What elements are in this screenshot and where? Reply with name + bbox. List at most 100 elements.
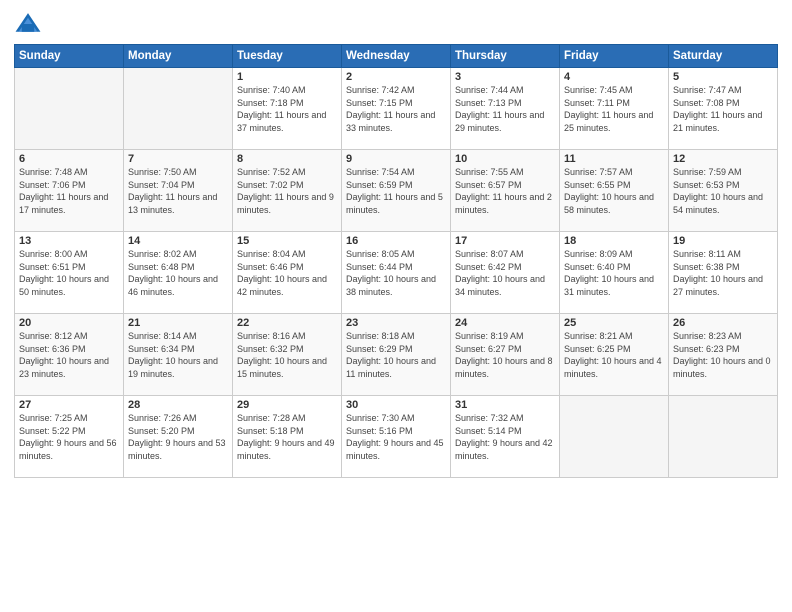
day-info: Sunrise: 8:04 AM Sunset: 6:46 PM Dayligh…: [237, 248, 337, 298]
weekday-monday: Monday: [124, 45, 233, 68]
calendar-cell: 3Sunrise: 7:44 AM Sunset: 7:13 PM Daylig…: [451, 68, 560, 150]
calendar-cell: [124, 68, 233, 150]
calendar-cell: 20Sunrise: 8:12 AM Sunset: 6:36 PM Dayli…: [15, 314, 124, 396]
calendar-cell: 28Sunrise: 7:26 AM Sunset: 5:20 PM Dayli…: [124, 396, 233, 478]
day-number: 31: [455, 399, 555, 411]
day-info: Sunrise: 8:14 AM Sunset: 6:34 PM Dayligh…: [128, 330, 228, 380]
calendar-cell: 6Sunrise: 7:48 AM Sunset: 7:06 PM Daylig…: [15, 150, 124, 232]
logo-icon: [14, 10, 42, 38]
day-number: 22: [237, 317, 337, 329]
calendar-cell: 11Sunrise: 7:57 AM Sunset: 6:55 PM Dayli…: [560, 150, 669, 232]
day-number: 21: [128, 317, 228, 329]
calendar-cell: 9Sunrise: 7:54 AM Sunset: 6:59 PM Daylig…: [342, 150, 451, 232]
day-info: Sunrise: 8:05 AM Sunset: 6:44 PM Dayligh…: [346, 248, 446, 298]
day-number: 6: [19, 153, 119, 165]
day-info: Sunrise: 7:59 AM Sunset: 6:53 PM Dayligh…: [673, 166, 773, 216]
day-number: 1: [237, 71, 337, 83]
day-info: Sunrise: 8:02 AM Sunset: 6:48 PM Dayligh…: [128, 248, 228, 298]
week-row-3: 13Sunrise: 8:00 AM Sunset: 6:51 PM Dayli…: [15, 232, 778, 314]
day-number: 24: [455, 317, 555, 329]
week-row-5: 27Sunrise: 7:25 AM Sunset: 5:22 PM Dayli…: [15, 396, 778, 478]
day-info: Sunrise: 8:00 AM Sunset: 6:51 PM Dayligh…: [19, 248, 119, 298]
logo: [14, 10, 46, 38]
day-info: Sunrise: 7:48 AM Sunset: 7:06 PM Dayligh…: [19, 166, 119, 216]
calendar-cell: [15, 68, 124, 150]
day-number: 16: [346, 235, 446, 247]
day-info: Sunrise: 7:57 AM Sunset: 6:55 PM Dayligh…: [564, 166, 664, 216]
calendar-cell: 26Sunrise: 8:23 AM Sunset: 6:23 PM Dayli…: [669, 314, 778, 396]
day-info: Sunrise: 7:45 AM Sunset: 7:11 PM Dayligh…: [564, 84, 664, 134]
day-number: 25: [564, 317, 664, 329]
weekday-friday: Friday: [560, 45, 669, 68]
day-info: Sunrise: 8:07 AM Sunset: 6:42 PM Dayligh…: [455, 248, 555, 298]
day-info: Sunrise: 7:44 AM Sunset: 7:13 PM Dayligh…: [455, 84, 555, 134]
day-info: Sunrise: 7:40 AM Sunset: 7:18 PM Dayligh…: [237, 84, 337, 134]
calendar-cell: 14Sunrise: 8:02 AM Sunset: 6:48 PM Dayli…: [124, 232, 233, 314]
day-number: 8: [237, 153, 337, 165]
weekday-wednesday: Wednesday: [342, 45, 451, 68]
calendar-cell: 30Sunrise: 7:30 AM Sunset: 5:16 PM Dayli…: [342, 396, 451, 478]
day-number: 18: [564, 235, 664, 247]
day-info: Sunrise: 8:18 AM Sunset: 6:29 PM Dayligh…: [346, 330, 446, 380]
weekday-thursday: Thursday: [451, 45, 560, 68]
calendar-cell: 13Sunrise: 8:00 AM Sunset: 6:51 PM Dayli…: [15, 232, 124, 314]
calendar-cell: 27Sunrise: 7:25 AM Sunset: 5:22 PM Dayli…: [15, 396, 124, 478]
day-number: 2: [346, 71, 446, 83]
calendar-cell: 15Sunrise: 8:04 AM Sunset: 6:46 PM Dayli…: [233, 232, 342, 314]
day-number: 13: [19, 235, 119, 247]
day-number: 9: [346, 153, 446, 165]
calendar-cell: 23Sunrise: 8:18 AM Sunset: 6:29 PM Dayli…: [342, 314, 451, 396]
week-row-1: 1Sunrise: 7:40 AM Sunset: 7:18 PM Daylig…: [15, 68, 778, 150]
calendar-cell: 2Sunrise: 7:42 AM Sunset: 7:15 PM Daylig…: [342, 68, 451, 150]
day-info: Sunrise: 7:25 AM Sunset: 5:22 PM Dayligh…: [19, 412, 119, 462]
day-number: 29: [237, 399, 337, 411]
day-number: 17: [455, 235, 555, 247]
calendar-cell: 31Sunrise: 7:32 AM Sunset: 5:14 PM Dayli…: [451, 396, 560, 478]
day-info: Sunrise: 7:32 AM Sunset: 5:14 PM Dayligh…: [455, 412, 555, 462]
day-info: Sunrise: 8:19 AM Sunset: 6:27 PM Dayligh…: [455, 330, 555, 380]
day-number: 3: [455, 71, 555, 83]
day-number: 12: [673, 153, 773, 165]
day-number: 23: [346, 317, 446, 329]
day-info: Sunrise: 8:16 AM Sunset: 6:32 PM Dayligh…: [237, 330, 337, 380]
calendar-cell: 25Sunrise: 8:21 AM Sunset: 6:25 PM Dayli…: [560, 314, 669, 396]
day-info: Sunrise: 8:11 AM Sunset: 6:38 PM Dayligh…: [673, 248, 773, 298]
calendar-cell: 10Sunrise: 7:55 AM Sunset: 6:57 PM Dayli…: [451, 150, 560, 232]
calendar-cell: 21Sunrise: 8:14 AM Sunset: 6:34 PM Dayli…: [124, 314, 233, 396]
calendar-cell: 24Sunrise: 8:19 AM Sunset: 6:27 PM Dayli…: [451, 314, 560, 396]
weekday-sunday: Sunday: [15, 45, 124, 68]
page: SundayMondayTuesdayWednesdayThursdayFrid…: [0, 0, 792, 612]
day-info: Sunrise: 8:21 AM Sunset: 6:25 PM Dayligh…: [564, 330, 664, 380]
weekday-saturday: Saturday: [669, 45, 778, 68]
calendar-cell: [669, 396, 778, 478]
weekday-tuesday: Tuesday: [233, 45, 342, 68]
calendar-cell: 18Sunrise: 8:09 AM Sunset: 6:40 PM Dayli…: [560, 232, 669, 314]
day-info: Sunrise: 8:12 AM Sunset: 6:36 PM Dayligh…: [19, 330, 119, 380]
day-number: 10: [455, 153, 555, 165]
calendar-cell: 8Sunrise: 7:52 AM Sunset: 7:02 PM Daylig…: [233, 150, 342, 232]
day-number: 19: [673, 235, 773, 247]
day-info: Sunrise: 7:30 AM Sunset: 5:16 PM Dayligh…: [346, 412, 446, 462]
day-number: 30: [346, 399, 446, 411]
day-number: 27: [19, 399, 119, 411]
day-info: Sunrise: 7:50 AM Sunset: 7:04 PM Dayligh…: [128, 166, 228, 216]
calendar-cell: 19Sunrise: 8:11 AM Sunset: 6:38 PM Dayli…: [669, 232, 778, 314]
day-info: Sunrise: 8:09 AM Sunset: 6:40 PM Dayligh…: [564, 248, 664, 298]
day-number: 7: [128, 153, 228, 165]
header: [14, 10, 778, 38]
calendar-cell: 17Sunrise: 8:07 AM Sunset: 6:42 PM Dayli…: [451, 232, 560, 314]
day-number: 11: [564, 153, 664, 165]
day-info: Sunrise: 7:47 AM Sunset: 7:08 PM Dayligh…: [673, 84, 773, 134]
weekday-header-row: SundayMondayTuesdayWednesdayThursdayFrid…: [15, 45, 778, 68]
day-number: 4: [564, 71, 664, 83]
week-row-2: 6Sunrise: 7:48 AM Sunset: 7:06 PM Daylig…: [15, 150, 778, 232]
day-number: 5: [673, 71, 773, 83]
day-number: 26: [673, 317, 773, 329]
day-info: Sunrise: 7:52 AM Sunset: 7:02 PM Dayligh…: [237, 166, 337, 216]
calendar-cell: 4Sunrise: 7:45 AM Sunset: 7:11 PM Daylig…: [560, 68, 669, 150]
day-info: Sunrise: 7:28 AM Sunset: 5:18 PM Dayligh…: [237, 412, 337, 462]
day-number: 14: [128, 235, 228, 247]
calendar-cell: 16Sunrise: 8:05 AM Sunset: 6:44 PM Dayli…: [342, 232, 451, 314]
calendar-cell: 12Sunrise: 7:59 AM Sunset: 6:53 PM Dayli…: [669, 150, 778, 232]
calendar-cell: 29Sunrise: 7:28 AM Sunset: 5:18 PM Dayli…: [233, 396, 342, 478]
